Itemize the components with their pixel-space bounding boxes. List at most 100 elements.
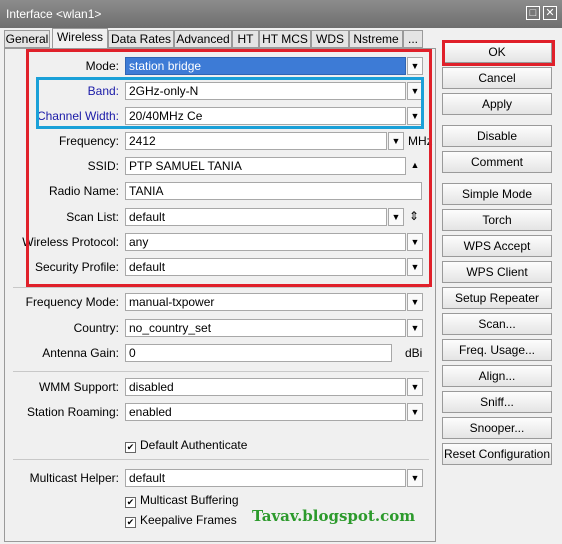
tab-ht[interactable]: HT [232,30,259,48]
default-authenticate-label: Default Authenticate [140,438,248,452]
torch-button[interactable]: Torch [442,209,552,231]
wireless-protocol-label: Wireless Protocol: [22,235,119,249]
chevron-down-icon[interactable]: ▼ [407,293,423,311]
chevron-down-icon[interactable]: ▼ [388,132,404,150]
tab-more[interactable]: ... [403,30,423,48]
band-row: Band: 2GHz-only-N ▼ [5,81,437,101]
check-icon: ✔ [125,517,136,528]
multicast-helper-label: Multicast Helper: [29,471,119,485]
channel-width-select[interactable]: 20/40MHz Ce [125,107,406,125]
multicast-helper-select[interactable]: default [125,469,406,487]
tab-wds[interactable]: WDS [311,30,349,48]
apply-button[interactable]: Apply [442,93,552,115]
mode-row: Mode: station bridge ▼ [5,56,437,76]
ok-button[interactable]: OK [442,41,552,63]
wireless-protocol-row: Wireless Protocol: any ▼ [5,232,437,252]
chevron-down-icon[interactable]: ▼ [407,233,423,251]
security-profile-select[interactable]: default [125,258,406,276]
country-select[interactable]: no_country_set [125,319,406,337]
align-button[interactable]: Align... [442,365,552,387]
check-icon: ✔ [125,497,136,508]
scan-list-label: Scan List: [66,210,119,224]
scan-list-select[interactable]: default [125,208,387,226]
chevron-down-icon[interactable]: ▼ [407,57,423,75]
chevron-down-icon[interactable]: ▼ [388,208,404,226]
multicast-helper-row: Multicast Helper: default ▼ [5,468,437,488]
radio-name-label: Radio Name: [48,184,119,198]
channel-width-label: Channel Width: [36,109,119,123]
maximize-icon[interactable]: □ [526,6,540,20]
keepalive-frames-checkbox[interactable]: ✔ Keepalive Frames [125,511,237,529]
cancel-button[interactable]: Cancel [442,67,552,89]
snooper-button[interactable]: Snooper... [442,417,552,439]
frequency-mode-label: Frequency Mode: [25,295,119,309]
reset-configuration-button[interactable]: Reset Configuration [442,443,552,465]
divider [13,287,429,288]
frequency-select[interactable]: 2412 [125,132,387,150]
wmm-support-select[interactable]: disabled [125,378,406,396]
watermark-text: Tavav.blogspot.com [252,507,416,525]
country-label: Country: [73,321,119,335]
scan-list-row: Scan List: default ▼ ⇕ [5,207,437,227]
country-row: Country: no_country_set ▼ [5,318,437,338]
tab-data-rates[interactable]: Data Rates [108,30,174,48]
tab-advanced[interactable]: Advanced [174,30,232,48]
chevron-down-icon[interactable]: ▼ [407,107,423,125]
keepalive-frames-label: Keepalive Frames [140,513,237,527]
station-roaming-row: Station Roaming: enabled ▼ [5,402,437,422]
simple-mode-button[interactable]: Simple Mode [442,183,552,205]
chevron-down-icon[interactable]: ▼ [407,378,423,396]
band-select[interactable]: 2GHz-only-N [125,82,406,100]
radio-name-input[interactable]: TANIA [125,182,422,200]
mode-select[interactable]: station bridge [125,57,406,75]
divider [13,371,429,372]
station-roaming-label: Station Roaming: [26,405,119,419]
frequency-label: Frequency: [58,134,119,148]
collapse-up-icon[interactable]: ▲ [407,157,423,175]
chevron-down-icon[interactable]: ▼ [407,319,423,337]
divider [13,459,429,460]
ssid-label: SSID: [87,159,119,173]
scan-button[interactable]: Scan... [442,313,552,335]
ssid-input[interactable]: PTP SAMUEL TANIA [125,157,406,175]
tab-nstreme[interactable]: Nstreme [349,30,403,48]
mode-label: Mode: [85,59,119,73]
radio-name-row: Radio Name: TANIA [5,181,437,201]
disable-button[interactable]: Disable [442,125,552,147]
setup-repeater-button[interactable]: Setup Repeater [442,287,552,309]
up-down-icon[interactable]: ⇕ [406,208,422,226]
default-authenticate-checkbox[interactable]: ✔ Default Authenticate [125,436,247,454]
chevron-down-icon[interactable]: ▼ [407,82,423,100]
multicast-buffering-checkbox[interactable]: ✔ Multicast Buffering [125,491,239,509]
wireless-settings-panel: Mode: station bridge ▼ Band: 2GHz-only-N… [4,48,436,542]
comment-button[interactable]: Comment [442,151,552,173]
band-label: Band: [87,84,119,98]
frequency-unit: MHz [408,134,433,148]
frequency-row: Frequency: 2412 ▼ MHz [5,131,437,151]
close-icon[interactable]: ✕ [543,6,557,20]
chevron-down-icon[interactable]: ▼ [407,258,423,276]
wps-client-button[interactable]: WPS Client [442,261,552,283]
tab-wireless[interactable]: Wireless [52,28,108,49]
sniff-button[interactable]: Sniff... [442,391,552,413]
security-profile-label: Security Profile: [34,260,119,274]
antenna-gain-row: Antenna Gain: 0 dBi [5,343,437,363]
antenna-gain-unit: dBi [405,346,423,360]
station-roaming-select[interactable]: enabled [125,403,406,421]
window-titlebar: Interface <wlan1> □ ✕ [0,0,562,28]
wireless-protocol-select[interactable]: any [125,233,406,251]
window-title: Interface <wlan1> [6,7,102,21]
chevron-down-icon[interactable]: ▼ [407,403,423,421]
tab-general[interactable]: General [4,30,50,48]
chevron-down-icon[interactable]: ▼ [407,469,423,487]
wmm-support-row: WMM Support: disabled ▼ [5,377,437,397]
check-icon: ✔ [125,442,136,453]
tab-ht-mcs[interactable]: HT MCS [259,30,311,48]
antenna-gain-input[interactable]: 0 [125,344,392,362]
frequency-mode-row: Frequency Mode: manual-txpower ▼ [5,292,437,312]
wmm-support-label: WMM Support: [38,380,119,394]
wps-accept-button[interactable]: WPS Accept [442,235,552,257]
freq-usage-button[interactable]: Freq. Usage... [442,339,552,361]
frequency-mode-select[interactable]: manual-txpower [125,293,406,311]
security-profile-row: Security Profile: default ▼ [5,257,437,277]
